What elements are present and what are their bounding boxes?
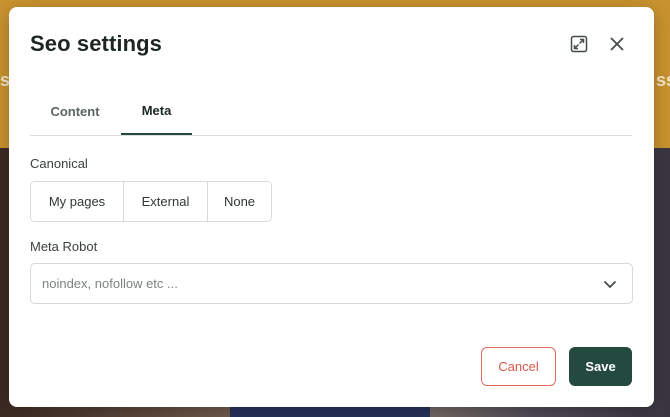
meta-robot-select[interactable]: noindex, nofollow etc ... — [30, 263, 633, 304]
canonical-option-external[interactable]: External — [123, 182, 207, 221]
tab-content[interactable]: Content — [30, 88, 120, 134]
canonical-segmented-control: My pages External None — [30, 181, 272, 222]
save-button[interactable]: Save — [569, 347, 632, 386]
expand-button[interactable] — [566, 31, 592, 57]
close-button[interactable] — [604, 31, 630, 57]
meta-robot-label: Meta Robot — [30, 239, 98, 254]
canonical-option-none[interactable]: None — [207, 182, 271, 221]
chevron-down-icon — [603, 280, 617, 289]
tab-meta[interactable]: Meta — [121, 88, 192, 135]
meta-robot-placeholder: noindex, nofollow etc ... — [42, 276, 178, 291]
seo-settings-modal: Seo settings Content Meta Canonical My p… — [9, 7, 654, 407]
canonical-label: Canonical — [30, 156, 88, 171]
canonical-option-my-pages[interactable]: My pages — [31, 182, 123, 221]
cancel-button[interactable]: Cancel — [481, 347, 556, 386]
expand-icon — [570, 35, 588, 53]
tab-bar: Content Meta — [30, 88, 632, 136]
modal-title: Seo settings — [30, 31, 163, 56]
background-edge-text-right: ss — [656, 70, 670, 90]
close-icon — [610, 37, 624, 51]
